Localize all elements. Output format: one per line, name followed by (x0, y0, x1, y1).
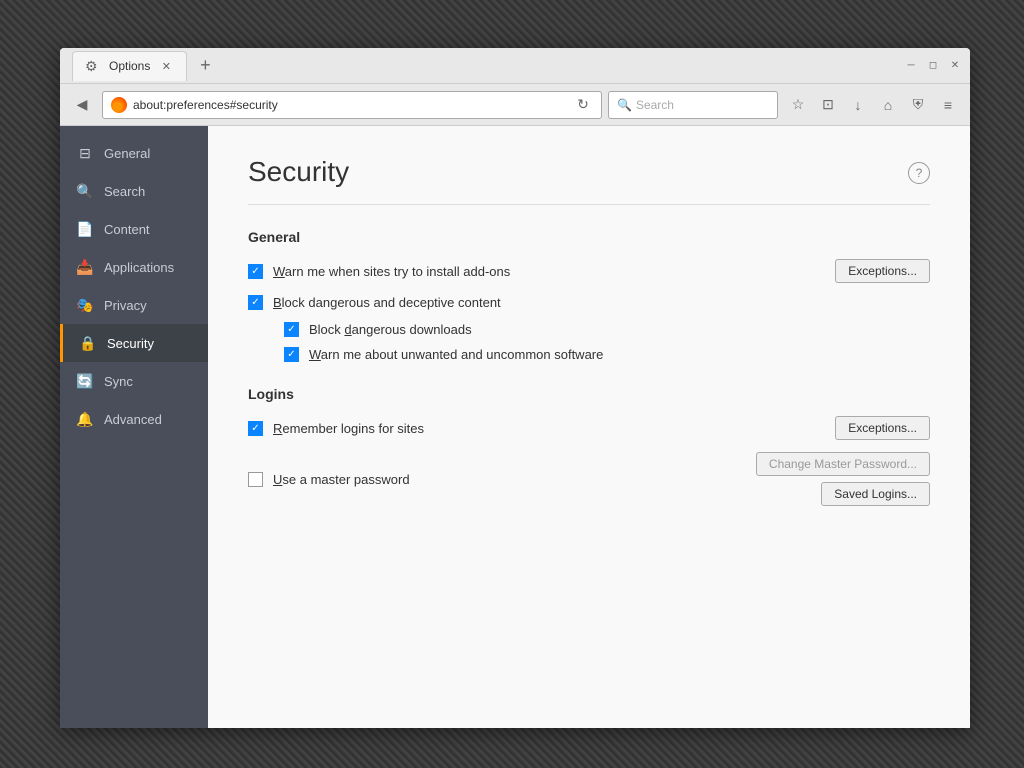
bookmark-icon[interactable]: ☆ (784, 91, 812, 119)
warn-addons-checkbox[interactable]: ✓ (248, 264, 263, 279)
warn2-underline: W (309, 347, 321, 362)
remember-logins-label[interactable]: Remember logins for sites (273, 421, 424, 436)
sidebar-label-privacy: Privacy (104, 298, 147, 313)
warn-underline: W (273, 264, 285, 279)
block-downloads-row: ✓ Block dangerous downloads (284, 322, 930, 337)
block-underline: B (273, 295, 282, 310)
logins-section-title: Logins (248, 386, 930, 402)
general-section: General ✓ Warn me when sites try to inst… (248, 229, 930, 362)
warn-unwanted-label[interactable]: Warn me about unwanted and uncommon soft… (309, 347, 603, 362)
reload-button[interactable]: ↻ (573, 95, 593, 115)
sidebar-label-search: Search (104, 184, 145, 199)
master-password-row: Use a master password Change Master Pass… (248, 452, 930, 506)
search-icon: 🔍 (617, 98, 632, 112)
sidebar-label-advanced: Advanced (104, 412, 162, 427)
menu-icon[interactable]: ≡ (934, 91, 962, 119)
sidebar-item-general[interactable]: ⊟ General (60, 134, 208, 172)
sidebar-label-general: General (104, 146, 150, 161)
home-icon[interactable]: ⌂ (874, 91, 902, 119)
remember-logins-wrapper: ✓ Remember logins for sites (248, 421, 424, 436)
search-nav-icon: 🔍 (76, 182, 94, 200)
security-icon: 🔒 (79, 334, 97, 352)
block-deceptive-label[interactable]: Block dangerous and deceptive content (273, 295, 501, 310)
block-downloads-checkbox[interactable]: ✓ (284, 322, 299, 337)
settings-panel: Security ? General ✓ Warn me when sites … (208, 126, 970, 728)
warn-unwanted-checkbox[interactable]: ✓ (284, 347, 299, 362)
logins-exceptions-button[interactable]: Exceptions... (835, 416, 930, 440)
saved-logins-button[interactable]: Saved Logins... (821, 482, 930, 506)
maximize-button[interactable]: ◻ (926, 59, 940, 73)
title-bar: ⚙ Options ✕ + ─ ◻ ✕ (60, 48, 970, 84)
search-placeholder: Search (636, 98, 674, 112)
sidebar-item-advanced[interactable]: 🔔 Advanced (60, 400, 208, 438)
master-password-label[interactable]: Use a master password (273, 472, 410, 487)
tab-title: Options (109, 59, 150, 73)
main-content: ⊟ General 🔍 Search 📄 Content 📥 Applicati… (60, 126, 970, 728)
master-password-wrapper: Use a master password (248, 472, 410, 487)
sub-settings: ✓ Block dangerous downloads ✓ Warn me ab… (284, 322, 930, 362)
logins-section: Logins ✓ Remember logins for sites Excep… (248, 386, 930, 506)
general-section-title: General (248, 229, 930, 245)
use-underline: U (273, 472, 282, 487)
sync-icon: 🔄 (76, 372, 94, 390)
remember-underline: R (273, 421, 282, 436)
sidebar-label-security: Security (107, 336, 154, 351)
sidebar-item-search[interactable]: 🔍 Search (60, 172, 208, 210)
block-downloads-label[interactable]: Block dangerous downloads (309, 322, 472, 337)
nav-bar: ◀ about:preferences#security ↻ 🔍 Search … (60, 84, 970, 126)
sidebar-item-content[interactable]: 📄 Content (60, 210, 208, 248)
block-deceptive-row: ✓ Block dangerous and deceptive content (248, 295, 930, 310)
content-icon: 📄 (76, 220, 94, 238)
window-controls: ─ ◻ ✕ (904, 59, 962, 73)
change-master-password-button[interactable]: Change Master Password... (756, 452, 930, 476)
sidebar-item-security[interactable]: 🔒 Security (60, 324, 208, 362)
search-bar[interactable]: 🔍 Search (608, 91, 778, 119)
sidebar-item-sync[interactable]: 🔄 Sync (60, 362, 208, 400)
tab-close-button[interactable]: ✕ (158, 58, 174, 74)
block-deceptive-wrapper: ✓ Block dangerous and deceptive content (248, 295, 501, 310)
logins-buttons: Change Master Password... Saved Logins..… (756, 452, 930, 506)
address-text: about:preferences#security (133, 98, 567, 112)
warn-addons-row: ✓ Warn me when sites try to install add-… (248, 259, 930, 283)
warn-addons-wrapper: ✓ Warn me when sites try to install add-… (248, 264, 510, 279)
warn-addons-exceptions-button[interactable]: Exceptions... (835, 259, 930, 283)
shield-icon[interactable]: ⛨ (904, 91, 932, 119)
sidebar-item-privacy[interactable]: 🎭 Privacy (60, 286, 208, 324)
pocket-icon[interactable]: ⊡ (814, 91, 842, 119)
page-title: Security (248, 156, 349, 188)
sidebar-label-content: Content (104, 222, 150, 237)
new-tab-button[interactable]: + (191, 52, 219, 80)
help-button[interactable]: ? (908, 162, 930, 184)
download-icon[interactable]: ↓ (844, 91, 872, 119)
block-deceptive-checkbox[interactable]: ✓ (248, 295, 263, 310)
remember-logins-checkbox[interactable]: ✓ (248, 421, 263, 436)
page-header: Security ? (248, 156, 930, 188)
warn-addons-label[interactable]: Warn me when sites try to install add-on… (273, 264, 510, 279)
dangerous-underline: d (344, 322, 351, 337)
sidebar: ⊟ General 🔍 Search 📄 Content 📥 Applicati… (60, 126, 208, 728)
browser-window: ⚙ Options ✕ + ─ ◻ ✕ ◀ about:preferences#… (60, 48, 970, 728)
tab-settings-icon: ⚙ (85, 58, 101, 74)
remember-logins-row: ✓ Remember logins for sites Exceptions..… (248, 416, 930, 440)
sidebar-item-applications[interactable]: 📥 Applications (60, 248, 208, 286)
browser-tab[interactable]: ⚙ Options ✕ (72, 51, 187, 81)
firefox-icon (111, 97, 127, 113)
general-icon: ⊟ (76, 144, 94, 162)
applications-icon: 📥 (76, 258, 94, 276)
sidebar-label-sync: Sync (104, 374, 133, 389)
back-button[interactable]: ◀ (68, 91, 96, 119)
minimize-button[interactable]: ─ (904, 59, 918, 73)
advanced-icon: 🔔 (76, 410, 94, 428)
master-password-checkbox[interactable] (248, 472, 263, 487)
address-bar[interactable]: about:preferences#security ↻ (102, 91, 602, 119)
privacy-icon: 🎭 (76, 296, 94, 314)
toolbar-icons: ☆ ⊡ ↓ ⌂ ⛨ ≡ (784, 91, 962, 119)
close-window-button[interactable]: ✕ (948, 59, 962, 73)
warn-unwanted-row: ✓ Warn me about unwanted and uncommon so… (284, 347, 930, 362)
section-divider (248, 204, 930, 205)
sidebar-label-applications: Applications (104, 260, 174, 275)
